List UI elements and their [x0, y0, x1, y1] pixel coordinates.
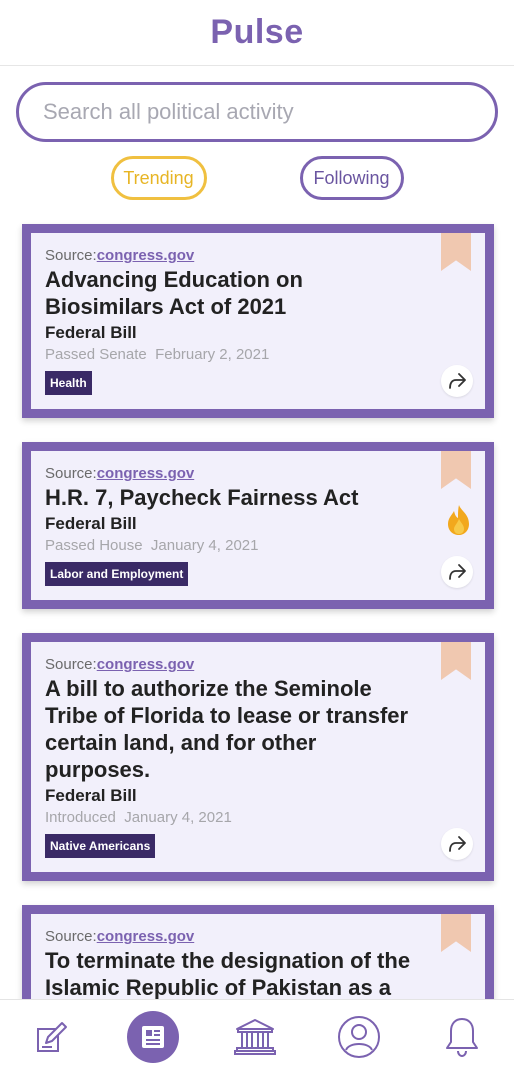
trending-fire-icon	[443, 503, 475, 537]
bill-type: Federal Bill	[45, 514, 137, 533]
source-line: Source:congress.gov	[45, 465, 471, 482]
bill-title[interactable]: A bill to authorize the Seminole Tribe o…	[45, 675, 471, 783]
tab-news[interactable]	[127, 1011, 180, 1063]
app-title: Pulse	[210, 13, 304, 51]
topic-tag[interactable]: Labor and Employment	[45, 562, 189, 586]
search-input[interactable]	[43, 99, 471, 125]
tab-notifications[interactable]	[434, 1009, 490, 1065]
bill-title[interactable]: Advancing Education on Biosimilars Act o…	[45, 266, 471, 320]
source-label: Source:	[45, 465, 97, 482]
trending-filter-button[interactable]: Trending	[110, 156, 207, 200]
bill-card-body: Source:congress.gov Advancing Education …	[31, 233, 485, 409]
bell-icon	[446, 1018, 479, 1058]
source-line: Source:congress.gov	[45, 247, 471, 264]
share-icon[interactable]	[441, 556, 473, 588]
activity-feed: Source:congress.gov Advancing Education …	[22, 224, 494, 1074]
bill-title[interactable]: H.R. 7, Paycheck Fairness Act	[45, 484, 471, 511]
news-icon	[142, 1026, 165, 1048]
topic-tag[interactable]: Native Americans	[45, 834, 156, 858]
topic-tag[interactable]: Health	[45, 371, 92, 395]
source-link[interactable]: congress.gov	[97, 656, 195, 673]
bill-status: Passed Senate February 2, 2021	[45, 346, 270, 363]
bill-type: Federal Bill	[45, 323, 137, 342]
source-link[interactable]: congress.gov	[97, 465, 195, 482]
tab-compose[interactable]	[24, 1009, 80, 1065]
source-label: Source:	[45, 656, 97, 673]
source-line: Source:congress.gov	[45, 928, 471, 945]
edit-icon	[36, 1022, 67, 1052]
share-icon[interactable]	[441, 828, 473, 860]
bill-card[interactable]: Source:congress.gov Advancing Education …	[22, 224, 494, 418]
government-building-icon	[233, 1019, 276, 1055]
tab-profile[interactable]	[331, 1009, 387, 1065]
search-container	[0, 66, 514, 142]
source-label: Source:	[45, 928, 97, 945]
bill-status: Passed House January 4, 2021	[45, 537, 259, 554]
source-link[interactable]: congress.gov	[97, 247, 195, 264]
app-header: Pulse	[0, 0, 514, 66]
search-box[interactable]	[16, 82, 498, 142]
bill-card-body: Source:congress.gov A bill to authorize …	[31, 642, 485, 872]
bill-card[interactable]: Source:congress.gov H.R. 7, Paycheck Fai…	[22, 442, 494, 609]
bottom-tab-bar	[0, 999, 514, 1074]
tab-government[interactable]	[227, 1009, 283, 1065]
bill-card[interactable]: Source:congress.gov A bill to authorize …	[22, 633, 494, 881]
bill-card-body: Source:congress.gov H.R. 7, Paycheck Fai…	[31, 451, 485, 600]
following-filter-button[interactable]: Following	[299, 156, 404, 200]
bill-status: Introduced January 4, 2021	[45, 809, 232, 826]
source-link[interactable]: congress.gov	[97, 928, 195, 945]
filter-tabs: Trending Following	[0, 142, 514, 200]
bill-type: Federal Bill	[45, 786, 137, 805]
profile-icon	[337, 1016, 380, 1058]
share-icon[interactable]	[441, 365, 473, 397]
source-label: Source:	[45, 247, 97, 264]
source-line: Source:congress.gov	[45, 656, 471, 673]
